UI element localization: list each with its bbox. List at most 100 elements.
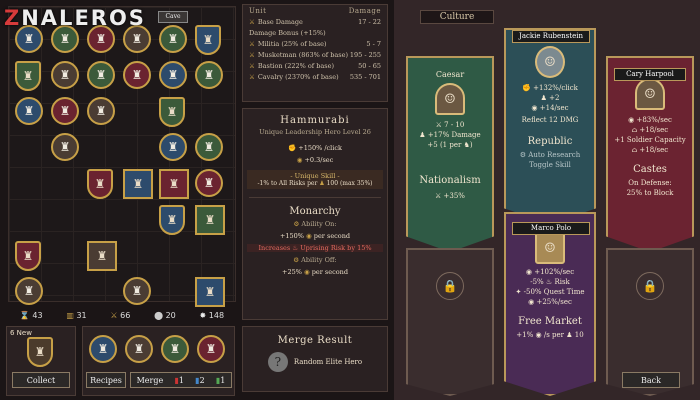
hero-token[interactable]: ♜ bbox=[195, 205, 225, 235]
merge-slot-1[interactable]: ♜ bbox=[89, 335, 117, 363]
recipes-button[interactable]: Recipes bbox=[86, 372, 126, 388]
sword-icon: ⚔ bbox=[249, 18, 255, 26]
government-name: Monarchy bbox=[289, 206, 341, 217]
hero-token[interactable]: ♜ bbox=[87, 97, 115, 125]
sword-icon: ⚔ bbox=[435, 121, 442, 129]
star-stat: ✸ 148 bbox=[199, 310, 225, 320]
sword-icon: ⚔ bbox=[110, 310, 118, 320]
hero-token[interactable]: ♜ bbox=[195, 133, 223, 161]
damage-panel: Unit Damage ⚔ Base Damage 17 - 22 Damage Bo… bbox=[242, 4, 388, 102]
hero-token[interactable]: ♜ bbox=[51, 133, 79, 161]
hero-token[interactable]: ♜ bbox=[51, 61, 79, 89]
hero-token[interactable]: ♜ bbox=[15, 277, 43, 305]
merge-button[interactable]: Merge ▮1 ▮2 ▮1 bbox=[130, 372, 232, 388]
hero-token[interactable]: ♜ bbox=[15, 241, 41, 271]
people-icon: ♟ bbox=[419, 131, 426, 139]
coin-icon: ◉ bbox=[525, 268, 532, 276]
hero-details-panel: Hammurabi Unique Leadership Hero Level 2… bbox=[242, 108, 388, 320]
coin-icon: ◉ bbox=[306, 232, 312, 240]
fire-icon: ♨ bbox=[292, 244, 299, 252]
hero-token[interactable]: ♜ bbox=[15, 61, 41, 91]
culture-title: Culture bbox=[420, 10, 494, 24]
cary-name: Cary Harpool bbox=[614, 68, 686, 81]
fist-icon: ✊ bbox=[522, 84, 531, 92]
shop-icon: ⌂ bbox=[631, 126, 638, 134]
merge-slot-4[interactable]: ♜ bbox=[197, 335, 225, 363]
fence-stat: ▥ 31 bbox=[66, 310, 87, 320]
hero-token[interactable]: ♜ bbox=[159, 25, 187, 53]
jackie-banner[interactable]: ☺ ✊ +132%/click ♟ +2 ◉ +14/sec Reflect 1… bbox=[504, 28, 596, 224]
caesar-banner[interactable]: Caesar ☺ ⚔ 7 - 10 ♟ +17% Damage +5 (1 pe… bbox=[406, 56, 494, 252]
toggle-off-icon: ⚙ bbox=[293, 256, 300, 264]
hero-token[interactable]: ♜ bbox=[123, 169, 153, 199]
hero-board[interactable]: ♜ ♜ ♜ ♜ ♜ ♜ ♜ ♜ ♜ ♜ ♜ ♜ ♜ ♜ ♜ ♜ ♜ ♜ ♜ ♜ ♜ ♜ ♜ ♜ ♜ ♜ ♜ ♜ ♜ ♜ bbox=[8, 6, 236, 307]
fist-icon: ✊ bbox=[288, 144, 297, 152]
hero-token[interactable]: ♜ bbox=[159, 61, 187, 89]
coin-icon: ◉ bbox=[628, 116, 635, 124]
marco-banner[interactable]: ☺ ◉ +102%/sec -5% ♨ Risk ✦ -50% Quest Ti… bbox=[504, 212, 596, 396]
compass-icon: ✦ bbox=[515, 288, 522, 296]
shop-icon: ⌂ bbox=[631, 146, 638, 154]
merge-slot-3[interactable]: ♜ bbox=[161, 335, 189, 363]
hero-token[interactable]: ♜ bbox=[123, 277, 151, 305]
jackie-portrait: ☺ bbox=[535, 46, 565, 78]
militia-icon: ⚔ bbox=[249, 40, 255, 48]
cary-banner[interactable]: ☺ ◉ +83%/sec ⌂ +18/sec +1 Soldier Capaci… bbox=[606, 56, 694, 252]
back-button[interactable]: Back bbox=[622, 372, 680, 388]
sword-stat: ⚔ 66 bbox=[110, 310, 131, 320]
lock-icon: 🔒 bbox=[636, 272, 664, 300]
lock-icon: 🔒 bbox=[436, 272, 464, 300]
orb-stat: ⬤ 20 bbox=[154, 310, 176, 320]
toggle-on-icon: ⚙ bbox=[293, 220, 300, 228]
person-icon: ♟ bbox=[566, 331, 573, 339]
hero-token[interactable]: ♜ bbox=[51, 97, 79, 125]
hero-token[interactable]: ♜ bbox=[15, 97, 43, 125]
coin-icon: ◉ bbox=[296, 156, 303, 164]
hero-token[interactable]: ♜ bbox=[159, 169, 189, 199]
hero-token[interactable]: ♜ bbox=[87, 241, 117, 271]
hero-token[interactable]: ♜ bbox=[195, 169, 223, 197]
fire-icon: ♨ bbox=[545, 278, 553, 286]
locked-banner-left bbox=[406, 248, 494, 396]
hero-token[interactable]: ♜ bbox=[195, 25, 221, 55]
people-icon: ♟ bbox=[319, 180, 325, 187]
hero-token[interactable]: ♜ bbox=[123, 61, 151, 89]
cary-portrait: ☺ bbox=[635, 78, 665, 110]
sword-icon: ⚔ bbox=[435, 192, 442, 200]
new-hero-token[interactable]: ♜ bbox=[27, 337, 53, 367]
marco-portrait: ☺ bbox=[535, 232, 565, 264]
orb-icon: ⬤ bbox=[154, 310, 164, 320]
hero-token[interactable]: ♜ bbox=[195, 277, 225, 307]
marco-name: Marco Polo bbox=[512, 222, 590, 235]
hero-token[interactable]: ♜ bbox=[195, 61, 223, 89]
star-icon: ✸ bbox=[199, 310, 207, 320]
coin-icon: ◉ bbox=[528, 298, 535, 306]
hourglass-icon: ⌛ bbox=[19, 310, 30, 320]
coin-icon: ◉ bbox=[303, 268, 310, 276]
hero-token[interactable]: ♜ bbox=[159, 97, 185, 127]
cavalry-icon: ♞ bbox=[463, 141, 470, 149]
cavalry-icon: ⚔ bbox=[249, 73, 255, 81]
caesar-portrait: ☺ bbox=[435, 83, 465, 115]
fence-icon: ▥ bbox=[66, 310, 74, 320]
coin-icon: ◉ bbox=[535, 331, 542, 339]
coin-icon: ◉ bbox=[531, 104, 538, 112]
bastion-icon: ⚔ bbox=[249, 62, 255, 70]
site-logo: ZNALEROS bbox=[4, 6, 146, 30]
people-icon: ♟ bbox=[540, 94, 547, 102]
hero-token[interactable]: ♜ bbox=[159, 133, 187, 161]
collect-button[interactable]: Collect bbox=[12, 372, 70, 388]
merge-slot-2[interactable]: ♜ bbox=[125, 335, 153, 363]
hero-token[interactable]: ♜ bbox=[159, 205, 185, 235]
resource-stats: ⌛ 43 ▥ 31 ⚔ 66 ⬤ 20 ✸ 148 bbox=[8, 306, 236, 324]
hero-token[interactable]: ♜ bbox=[87, 61, 115, 89]
gear-icon: ⚙ bbox=[519, 151, 527, 159]
hero-subtitle: Unique Leadership Hero Level 26 bbox=[259, 128, 371, 136]
question-icon: ? bbox=[267, 352, 288, 372]
merge-result-panel: Merge Result ? Random Elite Hero bbox=[242, 326, 388, 392]
hero-name: Hammurabi bbox=[280, 115, 350, 126]
cave-tab[interactable]: Cave bbox=[158, 11, 188, 23]
hero-token[interactable]: ♜ bbox=[87, 169, 113, 199]
musket-icon: ⚔ bbox=[249, 51, 255, 59]
jackie-name: Jackie Rubenstein bbox=[512, 30, 590, 43]
